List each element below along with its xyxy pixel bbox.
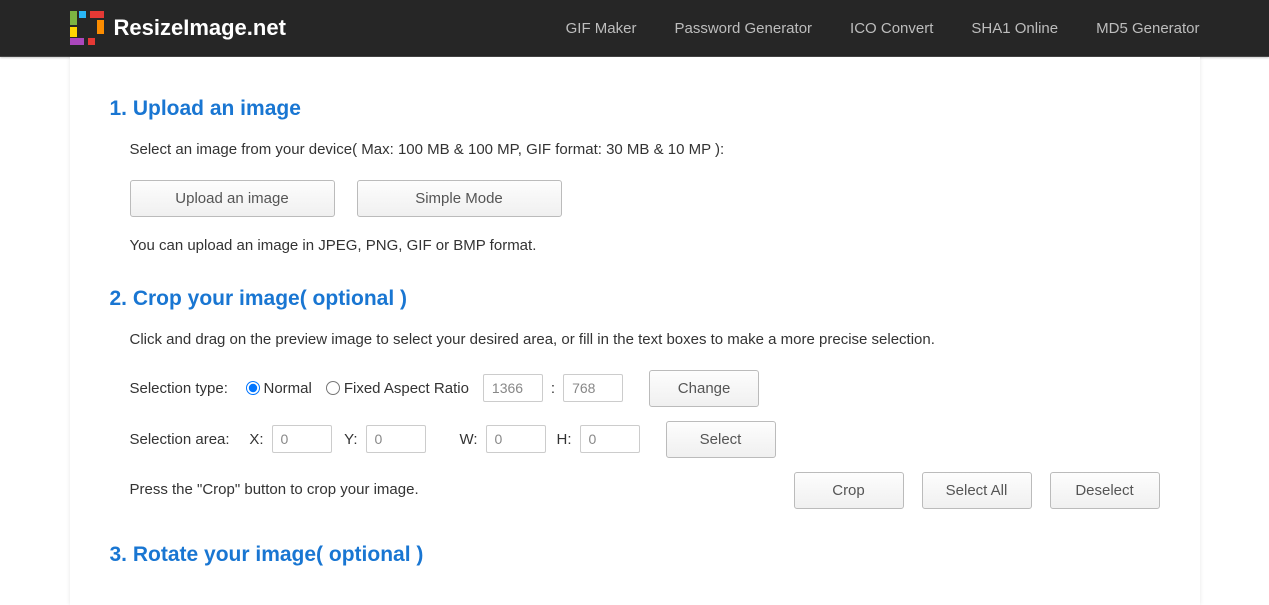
crop-press-note: Press the "Crop" button to crop your ima…: [130, 479, 419, 502]
site-name: ResizeImage.net: [114, 15, 286, 41]
rotate-section-title: 3. Rotate your image( optional ): [110, 543, 1160, 567]
aspect-width-input[interactable]: [483, 374, 543, 402]
nav-ico-convert[interactable]: ICO Convert: [850, 20, 933, 37]
x-input[interactable]: [272, 425, 332, 453]
nav-gif-maker[interactable]: GIF Maker: [566, 20, 637, 37]
radio-normal-label: Normal: [264, 380, 312, 397]
logo-icon: [70, 11, 104, 45]
y-label: Y:: [340, 431, 358, 448]
upload-note: You can upload an image in JPEG, PNG, GI…: [130, 235, 1160, 258]
nav-password-generator[interactable]: Password Generator: [674, 20, 812, 37]
crop-section-title: 2. Crop your image( optional ): [110, 287, 1160, 311]
simple-mode-button[interactable]: Simple Mode: [357, 180, 562, 217]
selection-type-label: Selection type:: [130, 380, 238, 397]
upload-intro: Select an image from your device( Max: 1…: [130, 139, 1160, 162]
crop-button[interactable]: Crop: [794, 472, 904, 509]
h-input[interactable]: [580, 425, 640, 453]
x-label: X:: [246, 431, 264, 448]
w-label: W:: [460, 431, 478, 448]
top-navbar: ResizeImage.net GIF Maker Password Gener…: [0, 0, 1269, 57]
nav-sha1-online[interactable]: SHA1 Online: [971, 20, 1058, 37]
change-button[interactable]: Change: [649, 370, 759, 407]
main-content: 1. Upload an image Select an image from …: [70, 57, 1200, 605]
radio-normal-wrap[interactable]: Normal: [246, 380, 312, 397]
nav-links: GIF Maker Password Generator ICO Convert…: [566, 20, 1200, 37]
select-all-button[interactable]: Select All: [922, 472, 1032, 509]
radio-normal[interactable]: [246, 381, 260, 395]
upload-section-title: 1. Upload an image: [110, 97, 1160, 121]
radio-fixed[interactable]: [326, 381, 340, 395]
aspect-height-input[interactable]: [563, 374, 623, 402]
radio-fixed-wrap[interactable]: Fixed Aspect Ratio: [326, 380, 469, 397]
deselect-button[interactable]: Deselect: [1050, 472, 1160, 509]
upload-image-button[interactable]: Upload an image: [130, 180, 335, 217]
nav-md5-generator[interactable]: MD5 Generator: [1096, 20, 1199, 37]
selection-area-row: Selection area: X: Y: W: H: Select: [130, 421, 1160, 458]
w-input[interactable]: [486, 425, 546, 453]
logo[interactable]: ResizeImage.net: [70, 11, 286, 45]
selection-area-label: Selection area:: [130, 431, 238, 448]
h-label: H:: [554, 431, 572, 448]
selection-type-row: Selection type: Normal Fixed Aspect Rati…: [130, 370, 1160, 407]
select-button[interactable]: Select: [666, 421, 776, 458]
crop-intro: Click and drag on the preview image to s…: [130, 329, 1160, 352]
radio-fixed-label: Fixed Aspect Ratio: [344, 380, 469, 397]
y-input[interactable]: [366, 425, 426, 453]
aspect-separator: :: [551, 380, 555, 397]
